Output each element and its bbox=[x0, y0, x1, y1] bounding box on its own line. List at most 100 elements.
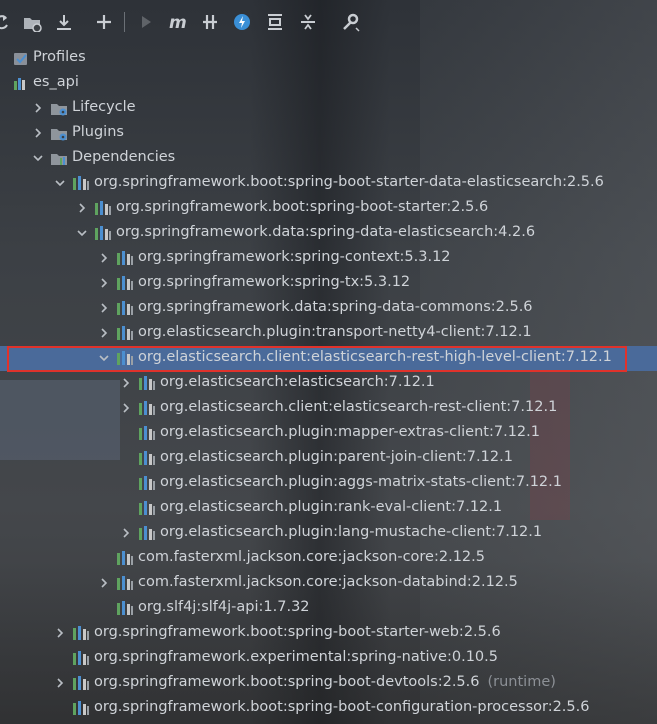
maven-goal-icon[interactable]: m bbox=[165, 10, 189, 34]
library-icon bbox=[116, 325, 134, 341]
library-icon bbox=[94, 200, 112, 216]
tree-row[interactable]: org.elasticsearch.plugin:rank-eval-clien… bbox=[0, 496, 657, 521]
tree-row[interactable]: Profiles bbox=[0, 46, 657, 71]
chevron-right-icon[interactable] bbox=[54, 627, 66, 639]
tree-row-label: es_api bbox=[33, 74, 79, 90]
tree-row[interactable]: org.elasticsearch.client:elasticsearch-r… bbox=[0, 396, 657, 421]
library-icon bbox=[94, 225, 112, 241]
folder-gear-icon bbox=[50, 100, 68, 116]
library-icon bbox=[72, 175, 90, 191]
show-dependencies-icon[interactable] bbox=[263, 10, 287, 34]
folder-gear-icon bbox=[50, 125, 68, 141]
tree-row[interactable]: org.elasticsearch.plugin:lang-mustache-c… bbox=[0, 521, 657, 546]
tree-row-label: org.slf4j:slf4j-api:1.7.32 bbox=[138, 599, 310, 615]
chevron-right-icon[interactable] bbox=[120, 402, 132, 414]
offline-icon[interactable] bbox=[230, 10, 254, 34]
tree-row-label: org.elasticsearch.plugin:transport-netty… bbox=[138, 324, 532, 340]
chevron-right-icon[interactable] bbox=[98, 577, 110, 589]
library-icon bbox=[116, 600, 134, 616]
run-icon[interactable] bbox=[134, 10, 158, 34]
tree-row-label: org.springframework.boot:spring-boot-dev… bbox=[94, 674, 556, 690]
library-icon bbox=[72, 650, 90, 666]
tree-row-label: org.springframework:spring-tx:5.3.12 bbox=[138, 274, 411, 290]
library-icon bbox=[72, 675, 90, 691]
tree-row[interactable]: Dependencies bbox=[0, 146, 657, 171]
settings-wrench-icon[interactable] bbox=[338, 10, 362, 34]
chevron-right-icon[interactable] bbox=[98, 302, 110, 314]
chevron-right-icon[interactable] bbox=[120, 377, 132, 389]
tree-row[interactable]: org.springframework.boot:spring-boot-con… bbox=[0, 696, 657, 721]
tree-row-label: org.springframework.boot:spring-boot-con… bbox=[94, 699, 590, 715]
library-icon bbox=[116, 575, 134, 591]
chevron-right-icon[interactable] bbox=[54, 677, 66, 689]
add-icon[interactable] bbox=[92, 10, 116, 34]
chevron-right-icon[interactable] bbox=[98, 252, 110, 264]
tree-row-label: com.fasterxml.jackson.core:jackson-datab… bbox=[138, 574, 518, 590]
chevron-right-icon[interactable] bbox=[32, 127, 44, 139]
library-icon bbox=[138, 500, 156, 516]
library-icon bbox=[138, 450, 156, 466]
library-icon bbox=[138, 475, 156, 491]
tree-row-label: org.springframework.boot:spring-boot-sta… bbox=[94, 174, 604, 190]
tree-row[interactable]: org.springframework.boot:spring-boot-sta… bbox=[0, 171, 657, 196]
library-icon bbox=[138, 525, 156, 541]
module-icon bbox=[12, 75, 30, 91]
chevron-down-icon[interactable] bbox=[32, 152, 44, 164]
tree-row[interactable]: com.fasterxml.jackson.core:jackson-datab… bbox=[0, 571, 657, 596]
tree-row[interactable]: org.slf4j:slf4j-api:1.7.32 bbox=[0, 596, 657, 621]
tree-row[interactable]: com.fasterxml.jackson.core:jackson-core:… bbox=[0, 546, 657, 571]
tree-row-label: org.elasticsearch.plugin:parent-join-cli… bbox=[160, 449, 513, 465]
profiles-icon bbox=[12, 50, 30, 66]
tree-row[interactable]: org.springframework.boot:spring-boot-dev… bbox=[0, 671, 657, 696]
svg-text:m: m bbox=[169, 13, 187, 32]
scope-label: (runtime) bbox=[487, 674, 556, 690]
tree-row-label: com.fasterxml.jackson.core:jackson-core:… bbox=[138, 549, 485, 565]
tree-row-label: Profiles bbox=[33, 49, 86, 65]
tree-row-label: org.elasticsearch:elasticsearch:7.12.1 bbox=[160, 374, 435, 390]
highlight-box bbox=[7, 346, 627, 372]
tree-row-label: org.elasticsearch.plugin:rank-eval-clien… bbox=[160, 499, 503, 515]
tree-row[interactable]: org.springframework:spring-tx:5.3.12 bbox=[0, 271, 657, 296]
library-icon bbox=[138, 400, 156, 416]
tree-row[interactable]: org.springframework.boot:spring-boot-sta… bbox=[0, 196, 657, 221]
tree-row[interactable]: org.springframework:spring-context:5.3.1… bbox=[0, 246, 657, 271]
chevron-right-icon[interactable] bbox=[98, 277, 110, 289]
tree-row-label: org.springframework.data:spring-data-com… bbox=[138, 299, 533, 315]
tree-row-label: org.springframework:spring-context:5.3.1… bbox=[138, 249, 451, 265]
folder-library-icon bbox=[50, 150, 68, 166]
chevron-down-icon[interactable] bbox=[76, 227, 88, 239]
chevron-right-icon[interactable] bbox=[76, 202, 88, 214]
tree-row[interactable]: es_api bbox=[0, 71, 657, 96]
chevron-right-icon[interactable] bbox=[98, 327, 110, 339]
tree-row-label: Plugins bbox=[72, 124, 124, 140]
tree-row-label: org.springframework.boot:spring-boot-sta… bbox=[94, 624, 501, 640]
library-icon bbox=[72, 625, 90, 641]
tree-row[interactable]: Plugins bbox=[0, 121, 657, 146]
collapse-all-icon[interactable] bbox=[296, 10, 320, 34]
tree-row[interactable]: org.springframework.boot:spring-boot-sta… bbox=[0, 621, 657, 646]
tree-row[interactable]: org.springframework.data:spring-data-com… bbox=[0, 296, 657, 321]
tree-row-label: org.elasticsearch.client:elasticsearch-r… bbox=[160, 399, 558, 415]
chevron-right-icon[interactable] bbox=[120, 527, 132, 539]
library-icon bbox=[116, 250, 134, 266]
refresh-icon[interactable] bbox=[0, 10, 14, 34]
skip-tests-icon[interactable] bbox=[198, 10, 222, 34]
tree-row-label: org.elasticsearch.plugin:aggs-matrix-sta… bbox=[160, 474, 562, 490]
tree-row[interactable]: org.elasticsearch.plugin:mapper-extras-c… bbox=[0, 421, 657, 446]
download-icon[interactable] bbox=[52, 10, 76, 34]
toolbar-separator bbox=[124, 12, 125, 32]
tree-row[interactable]: org.elasticsearch:elasticsearch:7.12.1 bbox=[0, 371, 657, 396]
maven-toolbar: m bbox=[0, 0, 657, 44]
tree-row-label: Lifecycle bbox=[72, 99, 136, 115]
library-icon bbox=[116, 275, 134, 291]
library-icon bbox=[116, 300, 134, 316]
tree-row[interactable]: Lifecycle bbox=[0, 96, 657, 121]
folder-refresh-icon[interactable] bbox=[20, 10, 44, 34]
tree-row[interactable]: org.elasticsearch.plugin:transport-netty… bbox=[0, 321, 657, 346]
tree-row[interactable]: org.elasticsearch.plugin:aggs-matrix-sta… bbox=[0, 471, 657, 496]
tree-row[interactable]: org.elasticsearch.plugin:parent-join-cli… bbox=[0, 446, 657, 471]
tree-row[interactable]: org.springframework.experimental:spring-… bbox=[0, 646, 657, 671]
chevron-right-icon[interactable] bbox=[32, 102, 44, 114]
chevron-down-icon[interactable] bbox=[54, 177, 66, 189]
tree-row[interactable]: org.springframework.data:spring-data-ela… bbox=[0, 221, 657, 246]
